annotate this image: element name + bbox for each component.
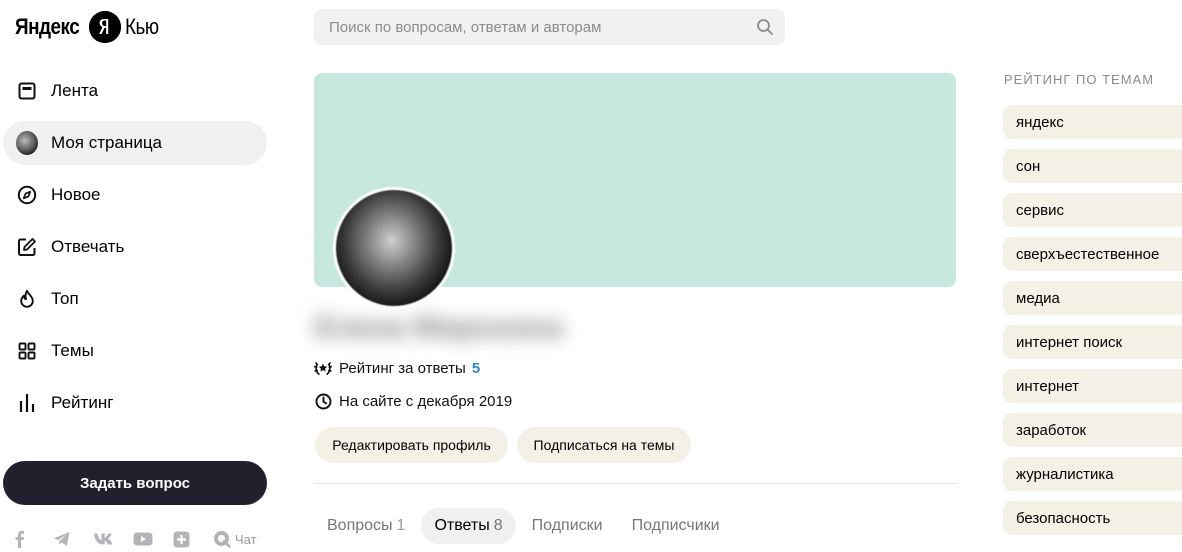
rating-value: 5 bbox=[471, 359, 481, 377]
topic-chip[interactable]: интернет поиск bbox=[1003, 325, 1182, 359]
rating-label: Рейтинг за ответы bbox=[339, 359, 466, 377]
tab-count: 8 bbox=[493, 517, 503, 534]
chat-label: Чат bbox=[235, 531, 257, 547]
logo-text-yandex: Яндекс bbox=[15, 14, 80, 39]
tab-label: Подписки bbox=[531, 517, 603, 534]
search-bar[interactable] bbox=[314, 9, 785, 45]
tab-subscriptions[interactable]: Подписки bbox=[519, 508, 616, 544]
sidebar-nav: Лента Моя страница Новое Отвечать Топ Те… bbox=[3, 69, 267, 433]
sidebar-item-label: Рейтинг bbox=[51, 393, 114, 412]
tab-label: Подписчики bbox=[631, 517, 720, 534]
tab-label: Ответы bbox=[434, 517, 490, 534]
subscribe-topics-button[interactable]: Подписаться на темы bbox=[517, 427, 691, 463]
youtube-icon[interactable] bbox=[133, 528, 173, 550]
feed-icon bbox=[16, 80, 38, 102]
topic-chip[interactable]: медиа bbox=[1003, 281, 1182, 315]
search-input[interactable] bbox=[329, 9, 745, 45]
clock-icon bbox=[314, 392, 332, 410]
topic-chip[interactable]: интернет bbox=[1003, 369, 1182, 403]
topic-chip[interactable]: яндекс bbox=[1003, 105, 1182, 139]
sidebar-item-top[interactable]: Топ bbox=[3, 277, 267, 321]
tab-label: Вопросы bbox=[327, 517, 393, 534]
search-icon[interactable] bbox=[745, 9, 785, 45]
compass-icon bbox=[16, 184, 38, 206]
profile-tabs: Вопросы 1 Ответы 8 Подписки Подписчики bbox=[314, 508, 736, 544]
sidebar-item-label: Топ bbox=[51, 289, 79, 308]
sidebar-item-label: Темы bbox=[51, 341, 94, 360]
sidebar-item-my-page[interactable]: Моя страница bbox=[3, 121, 267, 165]
sidebar-item-label: Моя страница bbox=[51, 133, 163, 152]
topic-chip[interactable]: безопасность bbox=[1003, 501, 1182, 535]
sidebar-item-topics[interactable]: Темы bbox=[3, 329, 267, 373]
tab-questions[interactable]: Вопросы 1 bbox=[314, 508, 418, 544]
rating-row: Рейтинг за ответы 5 bbox=[314, 357, 480, 379]
tab-count: 1 bbox=[396, 517, 406, 534]
chat-icon bbox=[213, 530, 231, 548]
vk-icon[interactable] bbox=[93, 528, 133, 550]
chat-link[interactable]: Чат bbox=[213, 528, 257, 550]
topics-list: яндекс сон сервис сверхъестественное мед… bbox=[1003, 105, 1182, 545]
member-since-label: На сайте с декабря 2019 bbox=[339, 392, 513, 410]
divider bbox=[314, 483, 956, 484]
sidebar-item-label: Отвечать bbox=[51, 237, 125, 256]
facebook-icon[interactable] bbox=[13, 528, 53, 550]
laurel-icon bbox=[314, 359, 332, 377]
sidebar-item-rating[interactable]: Рейтинг bbox=[3, 381, 267, 425]
avatar bbox=[16, 131, 38, 155]
tab-subscribers[interactable]: Подписчики bbox=[619, 508, 733, 544]
profile-avatar[interactable] bbox=[333, 187, 455, 309]
ask-question-button[interactable]: Задать вопрос bbox=[3, 461, 267, 505]
edit-profile-button[interactable]: Редактировать профиль bbox=[315, 427, 508, 463]
fire-icon bbox=[16, 288, 38, 310]
sidebar-item-label: Лента bbox=[51, 81, 99, 100]
social-links: Чат bbox=[13, 528, 257, 550]
tab-answers[interactable]: Ответы 8 bbox=[421, 508, 516, 544]
profile-name: Елена Мирохина bbox=[315, 311, 563, 344]
plus-icon[interactable] bbox=[173, 528, 213, 550]
topic-chip[interactable]: сон bbox=[1003, 149, 1182, 183]
member-since-row: На сайте с декабря 2019 bbox=[314, 390, 512, 412]
logo-mark-icon bbox=[89, 11, 121, 43]
grid-icon bbox=[16, 340, 38, 362]
sidebar-item-label: Новое bbox=[51, 185, 101, 204]
topics-rating-title: РЕЙТИНГ ПО ТЕМАМ bbox=[1004, 72, 1155, 87]
logo[interactable]: Яндекс Кью bbox=[15, 10, 164, 44]
telegram-icon[interactable] bbox=[53, 528, 93, 550]
sidebar-item-new[interactable]: Новое bbox=[3, 173, 267, 217]
sidebar-item-feed[interactable]: Лента bbox=[3, 69, 267, 113]
edit-icon bbox=[16, 236, 38, 258]
sidebar-item-answer[interactable]: Отвечать bbox=[3, 225, 267, 269]
rating-bars-icon bbox=[16, 392, 38, 414]
logo-text-q: Кью bbox=[125, 14, 159, 39]
topic-chip[interactable]: сверхъестественное bbox=[1003, 237, 1182, 271]
topic-chip[interactable]: журналистика bbox=[1003, 457, 1182, 491]
topic-chip[interactable]: сервис bbox=[1003, 193, 1182, 227]
topic-chip[interactable]: заработок bbox=[1003, 413, 1182, 447]
